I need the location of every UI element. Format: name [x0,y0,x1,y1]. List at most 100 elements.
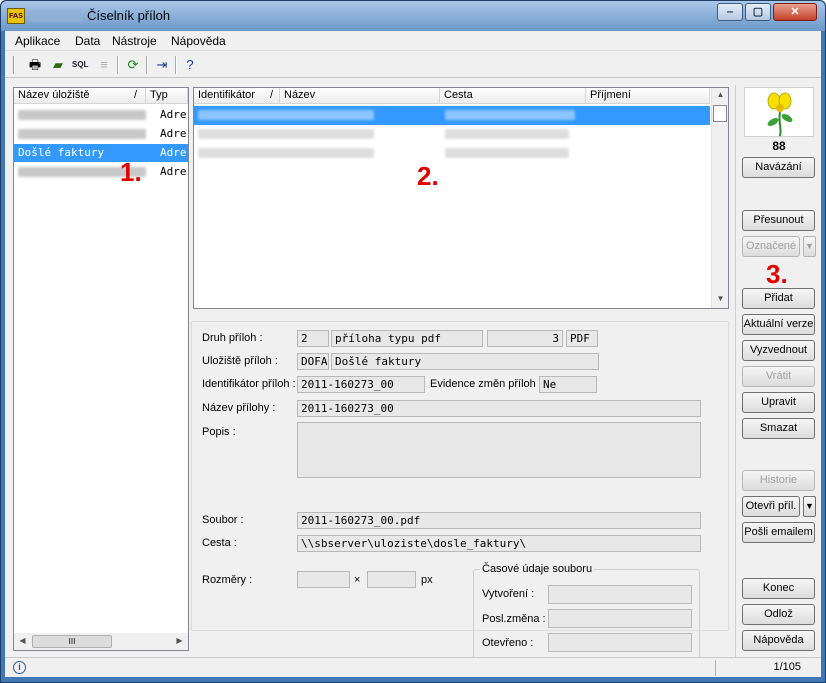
title-bar[interactable]: FAS Číselník příloh ‒ ▢ ✕ [1,1,825,31]
druh-name-field[interactable]: příloha typu pdf [331,330,483,347]
popis-label: Popis : [202,426,236,438]
export-icon[interactable]: ▰ [50,57,66,73]
status-bar: i 1/105 [5,657,821,677]
konec-button[interactable]: Konec [742,578,815,599]
toolbar-separator [175,56,177,74]
historie-button[interactable]: Historie [742,470,815,491]
col-header-identifikator[interactable]: Identifikátor / [194,88,280,104]
redacted-text [444,110,575,120]
vyzvednout-button[interactable]: Vyzvednout [742,340,815,361]
detail-form: Druh příloh : 2 příloha typu pdf 3 PDF U… [191,321,729,661]
druh-num-field[interactable]: 3 [487,330,563,347]
toolbar-separator [146,56,148,74]
evidence-label: Evidence změn příloh : [430,378,542,390]
posl-zmena-field[interactable] [548,609,692,628]
maximize-button[interactable]: ▢ [745,3,771,21]
record-position: 1/105 [773,661,801,673]
status-divider [715,660,716,676]
redacted-text [444,148,569,158]
vertical-scrollbar[interactable]: ▲ ▼ [711,88,728,308]
rozmery-width-field[interactable] [297,571,350,588]
table-row[interactable] [194,144,710,163]
scroll-up-icon[interactable]: ▲ [712,90,729,99]
list-item-type: Adre [160,127,187,140]
scroll-down-icon[interactable]: ▼ [712,294,729,303]
list-item[interactable]: Adre [14,163,188,182]
uloziste-code-field[interactable]: DOFA [297,353,329,370]
uloziste-name-field[interactable]: Došlé faktury [331,353,599,370]
otevreno-label: Otevřeno : [482,637,534,649]
annotation-marker-1: 1. [120,157,142,187]
rozmery-height-field[interactable] [367,571,416,588]
identifikator-label: Identifikátor příloh : [202,378,296,390]
vytvoreni-field[interactable] [548,585,692,604]
toolbar-separator [117,56,119,74]
col-header-cesta[interactable]: Cesta [440,88,586,104]
napoveda-button[interactable]: Nápověda [742,630,815,651]
list-item[interactable]: Adre [14,106,188,125]
col-header-nazev[interactable]: Název [280,88,440,104]
list-item-type: Adre [146,144,188,162]
flower-icon [767,92,793,137]
col-header-nazev-uloziste[interactable]: Název úložiště / [14,88,146,104]
posli-emailem-button[interactable]: Pošli emailem [742,522,815,543]
upravit-button[interactable]: Upravit [742,392,815,413]
nazev-prilohy-field[interactable]: 2011-160273_00 [297,400,701,417]
list-item-type: Adre [160,165,187,178]
uloziste-label: Uložiště příloh : [202,355,278,367]
info-icon: i [13,661,26,674]
scroll-right-icon[interactable]: ▶ [171,636,188,645]
menu-nastroje[interactable]: Nástroje [112,34,157,48]
annotation-marker-2: 2. [417,161,439,191]
help-icon[interactable]: ? [182,57,198,73]
printer-icon[interactable]: 🖶 [27,57,43,73]
soubor-field[interactable]: 2011-160273_00.pdf [297,512,701,529]
table-row[interactable] [194,125,710,144]
cesta-field[interactable]: \\sbserver\uloziste\dosle_faktury\ [297,535,701,552]
record-count: 88 [772,139,786,153]
app-window: FAS Číselník příloh ‒ ▢ ✕ Aplikace Data … [0,0,826,683]
filter-icon[interactable]: ≡ [96,57,112,73]
presunout-button[interactable]: Přesunout [742,210,815,231]
client-area: Aplikace Data Nástroje Nápověda 🖶 ▰ SQL … [5,31,821,677]
minimize-button[interactable]: ‒ [717,3,743,21]
table-row-selected[interactable] [194,106,710,125]
vytvoreni-label: Vytvoření : [482,588,535,600]
aktualni-verze-button[interactable]: Aktuální verze [742,314,815,335]
otevri-dropdown-icon[interactable]: ▼ [803,496,816,517]
oznacene-dropdown-icon[interactable]: ▼ [803,236,816,257]
col-header-prijmeni[interactable]: Příjmení [586,88,710,104]
exit-icon[interactable]: ⇥ [154,57,170,73]
oznacene-button[interactable]: Označené [742,236,800,257]
odloz-button[interactable]: Odlož [742,604,815,625]
druh-code-field[interactable]: 2 [297,330,329,347]
sql-icon[interactable]: SQL [72,57,88,73]
menu-data[interactable]: Data [75,34,100,48]
identifikator-field[interactable]: 2011-160273_00 [297,376,425,393]
close-button[interactable]: ✕ [773,3,817,21]
otevri-prilohu-button[interactable]: Otevři příl. [742,496,800,517]
app-logo-icon: FAS [7,8,25,24]
redacted-text [444,129,569,139]
smazat-button[interactable]: Smazat [742,418,815,439]
navazani-button[interactable]: Navázání [742,157,815,178]
attachments-grid: Identifikátor / Název Cesta Příjmení ▲ ▼ [193,87,729,309]
horizontal-scrollbar[interactable]: ◀ III ▶ [14,633,188,650]
nazev-prilohy-label: Název přílohy : [202,402,276,414]
pridat-button[interactable]: Přidat [742,288,815,309]
scroll-left-icon[interactable]: ◀ [14,636,31,645]
col-header-typ[interactable]: Typ [146,88,188,104]
popis-field[interactable] [297,422,701,478]
refresh-icon[interactable]: ⟳ [125,57,141,73]
scroll-thumb[interactable]: III [32,635,112,648]
menu-aplikace[interactable]: Aplikace [15,34,60,48]
list-item[interactable]: Adre [14,125,188,144]
redacted-text [198,129,374,139]
evidence-field[interactable]: Ne [539,376,597,393]
list-item-selected[interactable]: Došlé faktury Adre [14,144,188,163]
otevreno-field[interactable] [548,633,692,652]
druh-ext-field[interactable]: PDF [566,330,598,347]
menu-napoveda[interactable]: Nápověda [171,34,226,48]
vratit-button[interactable]: Vrátit [742,366,815,387]
scroll-thumb[interactable] [713,105,727,122]
